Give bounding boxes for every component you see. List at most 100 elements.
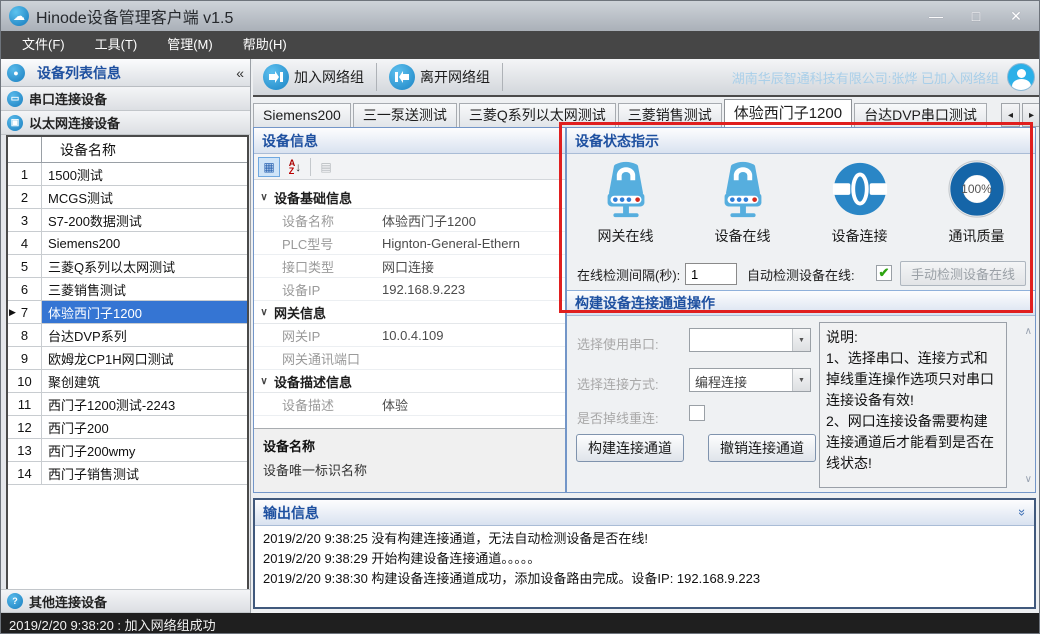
sidebar: ● 设备列表信息 « ▭ 串口连接设备 ▣ 以太网连接设备 设备名称 11500…: [1, 59, 251, 613]
menu-file[interactable]: 文件(F): [7, 31, 80, 59]
output-title: 输出信息: [263, 503, 319, 523]
serial-port-label: 选择使用串口:: [577, 334, 659, 353]
property-category[interactable]: ∨网关信息: [254, 301, 565, 324]
property-row[interactable]: 网关通讯端口: [254, 347, 565, 370]
interval-input[interactable]: [685, 263, 737, 285]
avatar[interactable]: [1007, 63, 1035, 91]
tab-sany-pump[interactable]: 三一泵送测试: [353, 103, 457, 127]
sidebar-group-other[interactable]: ? 其他连接设备: [1, 589, 250, 613]
tab-mitsubishi-sales[interactable]: 三菱销售测试: [618, 103, 722, 127]
sidebar-group-ethernet[interactable]: ▣ 以太网连接设备: [1, 111, 250, 135]
table-row[interactable]: 8台达DVP系列: [8, 324, 247, 347]
property-row[interactable]: PLC型号Hignton-General-Ethern: [254, 232, 565, 255]
status-indicators: 网关在线 设备在线: [567, 158, 1035, 246]
serial-port-select[interactable]: ▼: [689, 328, 811, 352]
device-connect-indicator: 设备连接: [805, 158, 915, 246]
device-info-panel: 设备信息 ▦ AZ↓ ▤ ∨设备基础信息 设备名称体验西门子1200 PLC型号…: [253, 127, 566, 493]
chevron-down-icon: ▼: [792, 329, 810, 351]
scroll-down-icon[interactable]: ∨: [1025, 474, 1032, 485]
table-row[interactable]: 12西门子200: [8, 416, 247, 439]
auto-detect-checkbox[interactable]: ✔: [876, 265, 892, 281]
tab-scroll-right-button[interactable]: ▸: [1022, 103, 1040, 127]
output-header: 输出信息 »: [255, 500, 1034, 526]
property-row[interactable]: 设备描述体验: [254, 393, 565, 416]
table-row[interactable]: 11西门子1200测试-2243: [8, 393, 247, 416]
device-info-title: 设备信息: [262, 131, 318, 151]
device-info-header: 设备信息: [254, 128, 565, 154]
menu-help[interactable]: 帮助(H): [228, 31, 302, 59]
sidebar-group-label: 以太网连接设备: [29, 113, 120, 132]
table-row[interactable]: 14西门子销售测试: [8, 462, 247, 485]
property-grid: ∨设备基础信息 设备名称体验西门子1200 PLC型号Hignton-Gener…: [254, 186, 565, 416]
property-row[interactable]: 网关IP10.0.4.109: [254, 324, 565, 347]
join-network-label: 加入网络组: [294, 67, 364, 87]
tab-delta-dvp[interactable]: 台达DVP串口测试: [854, 103, 987, 127]
build-channel-button[interactable]: 构建连接通道: [576, 434, 684, 462]
property-grid-toolbar: ▦ AZ↓ ▤: [254, 154, 565, 180]
device-status-panel: 设备状态指示 网关在线: [566, 127, 1036, 493]
chevron-down-icon: ∨: [254, 192, 274, 203]
collapse-output-icon[interactable]: »: [1015, 509, 1030, 516]
maximize-button[interactable]: □: [967, 8, 985, 25]
indicator-label: 网关在线: [598, 226, 654, 246]
table-row[interactable]: 6三菱销售测试: [8, 278, 247, 301]
sidebar-title: 设备列表信息: [37, 63, 121, 83]
property-row[interactable]: 接口类型网口连接: [254, 255, 565, 278]
tab-siemens1200-active[interactable]: 体验西门子1200: [724, 99, 852, 127]
table-row[interactable]: 4Siemens200: [8, 232, 247, 255]
sidebar-group-serial[interactable]: ▭ 串口连接设备: [1, 87, 250, 111]
table-row[interactable]: 10聚创建筑: [8, 370, 247, 393]
sidebar-group-label: 其他连接设备: [29, 592, 107, 611]
property-category[interactable]: ∨设备描述信息: [254, 370, 565, 393]
log-line: 2019/2/20 9:38:25 没有构建连接通道，无法自动检测设备是否在线!: [263, 529, 1026, 549]
comm-quality-indicator: 100% 通讯质量: [922, 158, 1032, 246]
table-row[interactable]: 2MCGS测试: [8, 186, 247, 209]
categorized-view-button[interactable]: ▦: [258, 157, 280, 177]
row-marker-icon: ▶: [9, 307, 16, 318]
close-button[interactable]: ✕: [1007, 8, 1025, 25]
collapse-sidebar-icon[interactable]: «: [236, 65, 244, 81]
conn-mode-select[interactable]: 编程连接 ▼: [689, 368, 811, 392]
toolbar: 加入网络组 离开网络组 湖南华辰智通科技有限公司:张烨 已加入网络组: [253, 59, 1040, 97]
revoke-channel-button[interactable]: 撤销连接通道: [708, 434, 816, 462]
table-row[interactable]: 13西门子200wmy: [8, 439, 247, 462]
table-row[interactable]: 9欧姆龙CP1H网口测试: [8, 347, 247, 370]
join-network-button[interactable]: 加入网络组: [253, 60, 374, 94]
device-table: 设备名称 11500测试 2MCGS测试 3S7-200数据测试 4Siemen…: [6, 135, 249, 634]
reconnect-checkbox[interactable]: [689, 405, 705, 421]
tab-scroll-left-button[interactable]: ◂: [1001, 103, 1020, 127]
online-check-row: 在线检测间隔(秒): 自动检测设备在线: ✔ 手动检测设备在线: [567, 261, 1035, 287]
device-status-header: 设备状态指示: [567, 128, 1035, 154]
window-controls: — □ ✕: [927, 8, 1033, 25]
property-description-title: 设备名称: [263, 436, 556, 455]
table-row[interactable]: 3S7-200数据测试: [8, 209, 247, 232]
toolbar-separator: [502, 63, 503, 91]
property-category[interactable]: ∨设备基础信息: [254, 186, 565, 209]
manual-detect-button[interactable]: 手动检测设备在线: [900, 261, 1026, 286]
leave-network-button[interactable]: 离开网络组: [379, 60, 500, 94]
indicator-label: 通讯质量: [949, 226, 1005, 246]
table-row-selected[interactable]: ▶7 体验西门子1200: [8, 301, 247, 324]
tab-mitsubishi-q[interactable]: 三菱Q系列以太网测试: [459, 103, 616, 127]
tab-bar: Siemens200 三一泵送测试 三菱Q系列以太网测试 三菱销售测试 体验西门…: [253, 99, 1040, 127]
device-connect-icon: [829, 158, 891, 220]
titlebar: ☁ Hinode设备管理客户端 v1.5 — □ ✕: [1, 1, 1040, 31]
reconnect-label: 是否掉线重连:: [577, 408, 659, 427]
window-title: Hinode设备管理客户端 v1.5: [36, 4, 233, 28]
menu-tools[interactable]: 工具(T): [80, 31, 153, 59]
device-online-icon: [712, 158, 774, 220]
table-row[interactable]: 11500测试: [8, 163, 247, 186]
tab-siemens200[interactable]: Siemens200: [253, 103, 351, 127]
table-row[interactable]: 5三菱Q系列以太网测试: [8, 255, 247, 278]
device-online-indicator: 设备在线: [688, 158, 798, 246]
minimize-button[interactable]: —: [927, 8, 945, 25]
scroll-up-icon[interactable]: ∧: [1025, 326, 1032, 337]
alphabetical-sort-button[interactable]: AZ↓: [284, 157, 306, 177]
chevron-down-icon: ∨: [254, 376, 274, 387]
auto-detect-label: 自动检测设备在线:: [747, 265, 855, 284]
property-row[interactable]: 设备IP192.168.9.223: [254, 278, 565, 301]
property-row[interactable]: 设备名称体验西门子1200: [254, 209, 565, 232]
menu-manage[interactable]: 管理(M): [152, 31, 228, 59]
toolbar-separator: [310, 158, 311, 176]
app-window: ☁ Hinode设备管理客户端 v1.5 — □ ✕ 文件(F) 工具(T) 管…: [0, 0, 1040, 634]
